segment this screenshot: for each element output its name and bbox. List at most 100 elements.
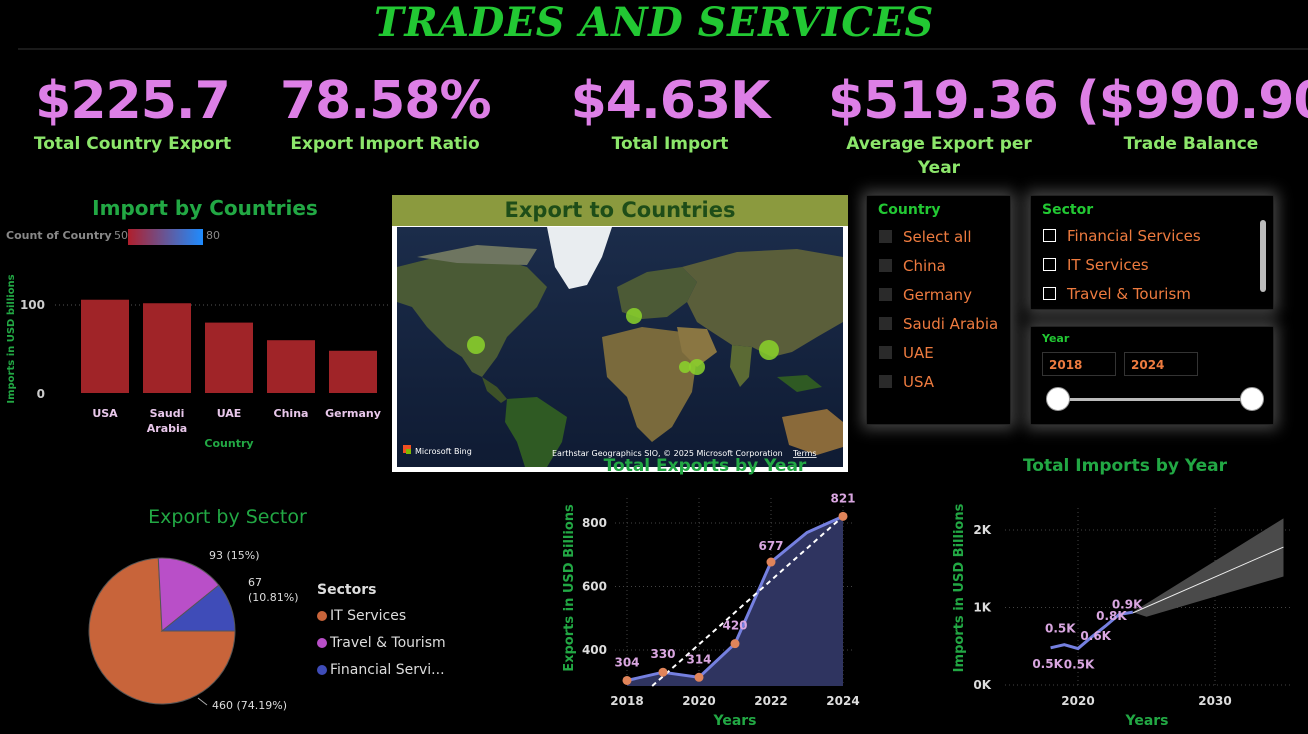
country-option-china[interactable]: China: [879, 251, 998, 280]
checkbox[interactable]: [879, 317, 892, 330]
sector-slicer-list: Financial Services IT Services Travel & …: [1043, 221, 1201, 308]
bar-usa[interactable]: [81, 299, 129, 393]
imports-y-tick: 0K: [973, 678, 991, 692]
title-divider: [18, 48, 1308, 50]
imports-y-axis-label: Imports in USD Billions: [952, 503, 967, 672]
import-by-countries-chart: Imports in USD billions 100 0 USA Saudi Ar…: [6, 274, 390, 450]
imports-point-label: 0.5K: [1064, 658, 1095, 672]
kpi-label: Total Country Export: [33, 134, 232, 154]
legend-item-financial-services[interactable]: Financial Servi...: [317, 656, 446, 683]
year-slider-start-handle[interactable]: [1046, 387, 1070, 411]
import-by-countries-title: Import by Countries: [92, 196, 318, 220]
exports-point[interactable]: [730, 639, 740, 649]
pie-label-travel: 93 (15%): [209, 549, 260, 562]
kpi-total-country-export: $225.7 Total Country Export: [30, 70, 235, 156]
exports-x-tick: 2020: [682, 694, 715, 708]
exports-point[interactable]: [694, 672, 704, 682]
legend-item-it-services[interactable]: IT Services: [317, 602, 446, 629]
kpi-value: $225.7: [35, 71, 231, 131]
exports-point-label: 304: [614, 655, 639, 669]
exports-y-tick: 600: [582, 580, 607, 594]
option-label: USA: [903, 372, 935, 391]
bubble-germany[interactable]: [626, 308, 642, 324]
sector-option-it-services[interactable]: IT Services: [1043, 250, 1201, 279]
bing-brand: Microsoft Bing: [415, 447, 472, 456]
sector-legend: Sectors IT Services Travel & Tourism Fin…: [317, 582, 446, 683]
kpi-label: Export Import Ratio: [290, 134, 480, 154]
exports-point[interactable]: [658, 667, 668, 677]
kpi-label: Trade Balance: [1123, 134, 1259, 154]
exports-by-year-title: Total Exports by Year: [603, 456, 807, 476]
bar-category-label: Germany: [325, 407, 381, 420]
imports-by-year-title: Total Imports by Year: [1022, 456, 1228, 476]
bar-category-label: Saudi: [150, 407, 185, 420]
imports-point-label: 0.6K: [1080, 629, 1111, 643]
map-title: Export to Countries: [392, 195, 848, 226]
country-option-usa[interactable]: USA: [879, 367, 998, 396]
bubble-usa[interactable]: [467, 336, 485, 354]
country-option-germany[interactable]: Germany: [879, 280, 998, 309]
kpi-value: $4.63K: [570, 71, 771, 131]
country-option-select-all[interactable]: Select all: [879, 222, 998, 251]
country-option-saudi-arabia[interactable]: Saudi Arabia: [879, 309, 998, 338]
bar-category-label: China: [274, 407, 309, 420]
year-slicer-title: Year: [1042, 332, 1070, 345]
bar-germany[interactable]: [329, 350, 377, 393]
export-by-sector-title: Export by Sector: [148, 506, 307, 528]
dashboard-title: TRADES AND SERVICES: [374, 0, 934, 46]
year-slicer: Year 2018 2024: [1030, 326, 1274, 425]
exports-point[interactable]: [766, 557, 776, 567]
imports-x-tick: 2030: [1198, 694, 1231, 708]
year-slider-track[interactable]: [1058, 398, 1252, 401]
checkbox[interactable]: [879, 346, 892, 359]
bar-china[interactable]: [267, 340, 315, 393]
bubble-china[interactable]: [759, 340, 779, 360]
checkbox[interactable]: [879, 259, 892, 272]
country-option-uae[interactable]: UAE: [879, 338, 998, 367]
checkbox[interactable]: [879, 230, 892, 243]
bar-uae[interactable]: [205, 322, 253, 393]
checkbox[interactable]: [1043, 258, 1056, 271]
checkbox[interactable]: [879, 288, 892, 301]
legend-swatch: [317, 637, 327, 648]
exports-y-tick: 800: [582, 516, 607, 530]
exports-y-axis-label: Exports in USD Billions: [562, 504, 577, 672]
sector-slicer-scrollbar[interactable]: [1260, 220, 1266, 292]
exports-by-year-chart: Exports in USD Billions Years 304 330 314 4…: [562, 491, 860, 729]
option-label: Travel & Tourism: [1067, 284, 1191, 303]
kpi-value: 78.58%: [280, 71, 492, 131]
imports-y-tick: 2K: [973, 523, 991, 537]
bar-y-tick: 0: [37, 387, 45, 401]
legend-label: Travel & Tourism: [330, 634, 446, 651]
exports-point-label: 330: [650, 647, 675, 661]
bar-category-label: UAE: [217, 407, 242, 420]
option-label: Financial Services: [1067, 226, 1201, 245]
bar-category-label: USA: [92, 407, 118, 420]
checkbox[interactable]: [1043, 287, 1056, 300]
exports-point-label: 314: [686, 652, 711, 666]
checkbox[interactable]: [879, 375, 892, 388]
pie-label-financial: 67: [248, 576, 262, 589]
year-from-input[interactable]: 2018: [1042, 352, 1116, 376]
exports-point[interactable]: [622, 675, 632, 685]
year-slider-end-handle[interactable]: [1240, 387, 1264, 411]
exports-y-tick: 400: [582, 643, 607, 657]
world-map[interactable]: Microsoft Bing Earthstar Geographics SIO…: [397, 227, 843, 467]
option-label: Select all: [903, 227, 972, 246]
year-to-input[interactable]: 2024: [1124, 352, 1198, 376]
exports-point[interactable]: [838, 511, 848, 521]
kpi-label: Total Import: [611, 134, 729, 154]
sector-option-travel-tourism[interactable]: Travel & Tourism: [1043, 279, 1201, 308]
sector-option-financial-services[interactable]: Financial Services: [1043, 221, 1201, 250]
imports-by-year-chart: Imports in USD Billions Years 0.5K0.5K0.…: [952, 503, 1293, 729]
bar-saudi-arabia[interactable]: [143, 303, 191, 393]
kpi-label: Average Export per Year: [846, 134, 1032, 178]
pie-label-financial-pct: (10.81%): [248, 591, 299, 604]
legend-item-travel-tourism[interactable]: Travel & Tourism: [317, 629, 446, 656]
export-to-countries-map: Export to Countries Microsoft Bing Earth…: [392, 195, 848, 472]
color-legend-max: 80: [206, 229, 220, 242]
exports-point-label: 821: [830, 491, 855, 505]
checkbox[interactable]: [1043, 229, 1056, 242]
imports-y-tick: 1K: [973, 601, 991, 615]
bubble-uae[interactable]: [689, 359, 705, 375]
